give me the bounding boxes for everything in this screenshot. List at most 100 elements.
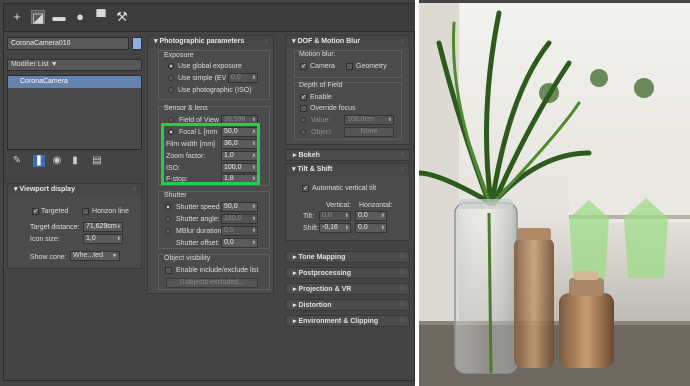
shutter-speed-radio[interactable] [165,204,171,210]
bokeh-title: Bokeh [298,152,320,159]
dof-motion-blur-header[interactable]: ▾ DOF & Motion Blur ≡ [286,36,409,48]
shutter-speed-spinner[interactable]: 50,0 ⬍ [221,202,258,212]
mblur-duration-radio[interactable] [165,228,171,234]
dof-enable-checkbox[interactable]: ✓ [300,94,307,101]
tilt-label: Tilt: [303,213,315,220]
focus-value-spinner[interactable]: 108,0cm ⬍ [344,115,394,125]
environment-clipping-title: Environment & Clipping [298,318,379,325]
viewport-display-rollout: ▾ Viewport display ≡ ✓ Targeted Horizon l… [7,183,142,269]
environment-clipping-rollout[interactable]: ▸ Environment & Clipping ≡ [285,315,410,327]
mblur-duration-spinner[interactable]: 0,5 ⬍ [221,226,258,236]
show-end-result-icon[interactable]: ❚ [33,155,45,167]
focus-value-label: Value: [311,117,331,124]
target-distance-spinner[interactable]: 71,629cm ⬍ [83,222,123,232]
distortion-title: Distortion [298,302,332,309]
shutter-angle-label: Shutter angle: [176,216,220,223]
make-unique-icon[interactable]: ◉ [51,155,63,167]
override-focus-checkbox[interactable] [300,105,307,112]
horizon-line-checkbox[interactable] [82,208,89,215]
display-icon[interactable]: ▀ [94,10,108,24]
use-global-exposure-radio[interactable] [168,63,174,69]
enable-include-exclude-label: Enable include/exclude list [176,267,259,274]
modifier-list-label: Modifier List [11,61,49,68]
create-icon[interactable]: + [10,10,24,24]
use-global-exposure-label: Use global exposure [178,63,242,70]
tone-mapping-rollout[interactable]: ▸ Tone Mapping ≡ [285,251,410,263]
object-color-swatch[interactable] [132,37,142,50]
photographic-parameters-header[interactable]: ▾ Photographic parameters ≡ [148,36,273,48]
shutter-offset-spinner[interactable]: 0,0 ⬍ [221,238,258,248]
configure-sets-icon[interactable]: ▤ [91,155,103,167]
shutter-angle-radio[interactable] [165,216,171,222]
targeted-checkbox[interactable]: ✓ [32,208,39,215]
shift-label: Shift: [303,225,319,232]
automatic-vertical-tilt-label: Automatic vertical tilt [312,185,377,192]
use-simple-ev-radio[interactable] [168,75,174,81]
object-visibility-title: Object visibility [164,255,211,262]
object-name-field[interactable]: CoronaCamera010 [7,37,129,50]
utilities-icon[interactable]: ⚒ [115,10,129,24]
bokeh-rollout[interactable]: ▸ Bokeh ≡ [285,149,410,161]
depth-of-field-title: Depth of Field [299,82,343,89]
remove-modifier-icon[interactable]: ▮ [69,155,81,167]
modify-icon[interactable]: ◪ [31,10,45,25]
viewport-display-header[interactable]: ▾ Viewport display ≡ [8,184,141,196]
motion-icon[interactable]: ● [73,10,87,24]
shutter-speed-label: Shutter speed [176,204,220,211]
focus-object-radio[interactable] [300,129,306,135]
modifier-list-dropdown[interactable]: Modifier List ▼ [7,59,142,71]
motion-blur-geometry-label: Geometry [356,63,387,70]
shift-horizontal-spinner[interactable]: 0,0 ⬍ [355,223,387,233]
show-cone-dropdown[interactable]: Whe...ted ▼ [70,251,120,261]
motion-blur-camera-label: Camera [310,63,335,70]
dof-motion-blur-rollout: ▾ DOF & Motion Blur ≡ Motion blur: ✓ Came… [285,35,410,145]
shutter-title: Shutter [164,192,187,199]
postprocessing-title: Postprocessing [298,270,351,277]
use-photographic-iso-radio[interactable] [168,87,174,93]
focus-object-label: Object [311,129,332,136]
green-highlight-box [161,123,260,185]
projection-vr-title: Projection & VR [298,286,352,293]
tilt-shift-rollout: ▾ Tilt & Shift ≡ ✓ Automatic vertical til… [285,163,410,241]
tilt-shift-title: Tilt & Shift [297,166,333,173]
tilt-horizontal-spinner[interactable]: 0,0 ⬍ [355,211,387,221]
shutter-offset-label: Shutter offset: [176,240,220,247]
focus-object-picker-button[interactable]: None [344,127,394,137]
render-preview-image [419,3,690,386]
shift-vertical-spinner[interactable]: -0,16 ⬍ [319,223,351,233]
tilt-vertical-spinner[interactable]: 0,0 ⬍ [319,211,351,221]
focus-value-radio[interactable] [300,117,306,123]
targeted-label: Targeted [41,208,69,215]
stack-item-corona-camera[interactable]: CoronaCamera [8,76,141,88]
simple-ev-spinner[interactable]: 0,0 ⬍ [228,73,258,83]
distortion-rollout[interactable]: ▸ Distortion ≡ [285,299,410,311]
photographic-parameters-title: Photographic parameters [159,38,245,45]
override-focus-label: Override focus [310,105,356,112]
shutter-angle-spinner[interactable]: 180,0 ⬍ [221,214,258,224]
postprocessing-rollout[interactable]: ▸ Postprocessing ≡ [285,267,410,279]
enable-include-exclude-checkbox[interactable] [165,267,172,274]
chevron-down-icon: ▼ [50,61,58,68]
sensor-lens-title: Sensor & lens [164,105,208,112]
icon-size-spinner[interactable]: 1,0 ⬍ [83,234,123,244]
show-cone-label: Show cone: [30,254,67,261]
objects-excluded-button[interactable]: 0 objects excluded... [166,278,258,288]
exposure-title: Exposure [164,52,194,59]
dof-enable-label: Enable [310,94,332,101]
modifier-stack: CoronaCamera [7,75,142,150]
target-distance-label: Target distance: [30,224,80,231]
command-panel-tabs: + ◪ ▬ ● ▀ ⚒ [4,4,416,32]
motion-blur-geometry-checkbox[interactable] [346,63,353,70]
motion-blur-camera-checkbox[interactable]: ✓ [300,63,307,70]
hierarchy-icon[interactable]: ▬ [52,10,66,24]
icon-size-label: Icon size: [30,236,60,243]
viewport-display-title: Viewport display [19,186,75,193]
horizontal-label: Horizontal: [359,202,393,209]
projection-vr-rollout[interactable]: ▸ Projection & VR ≡ [285,283,410,295]
automatic-vertical-tilt-checkbox[interactable]: ✓ [302,185,309,192]
tilt-shift-header[interactable]: ▾ Tilt & Shift ≡ [286,164,409,176]
render-preview-svg [419,3,690,386]
motion-blur-title: Motion blur: [299,51,336,58]
use-simple-ev-label: Use simple (EV [178,75,227,82]
pin-stack-icon[interactable]: ✎ [11,155,23,167]
